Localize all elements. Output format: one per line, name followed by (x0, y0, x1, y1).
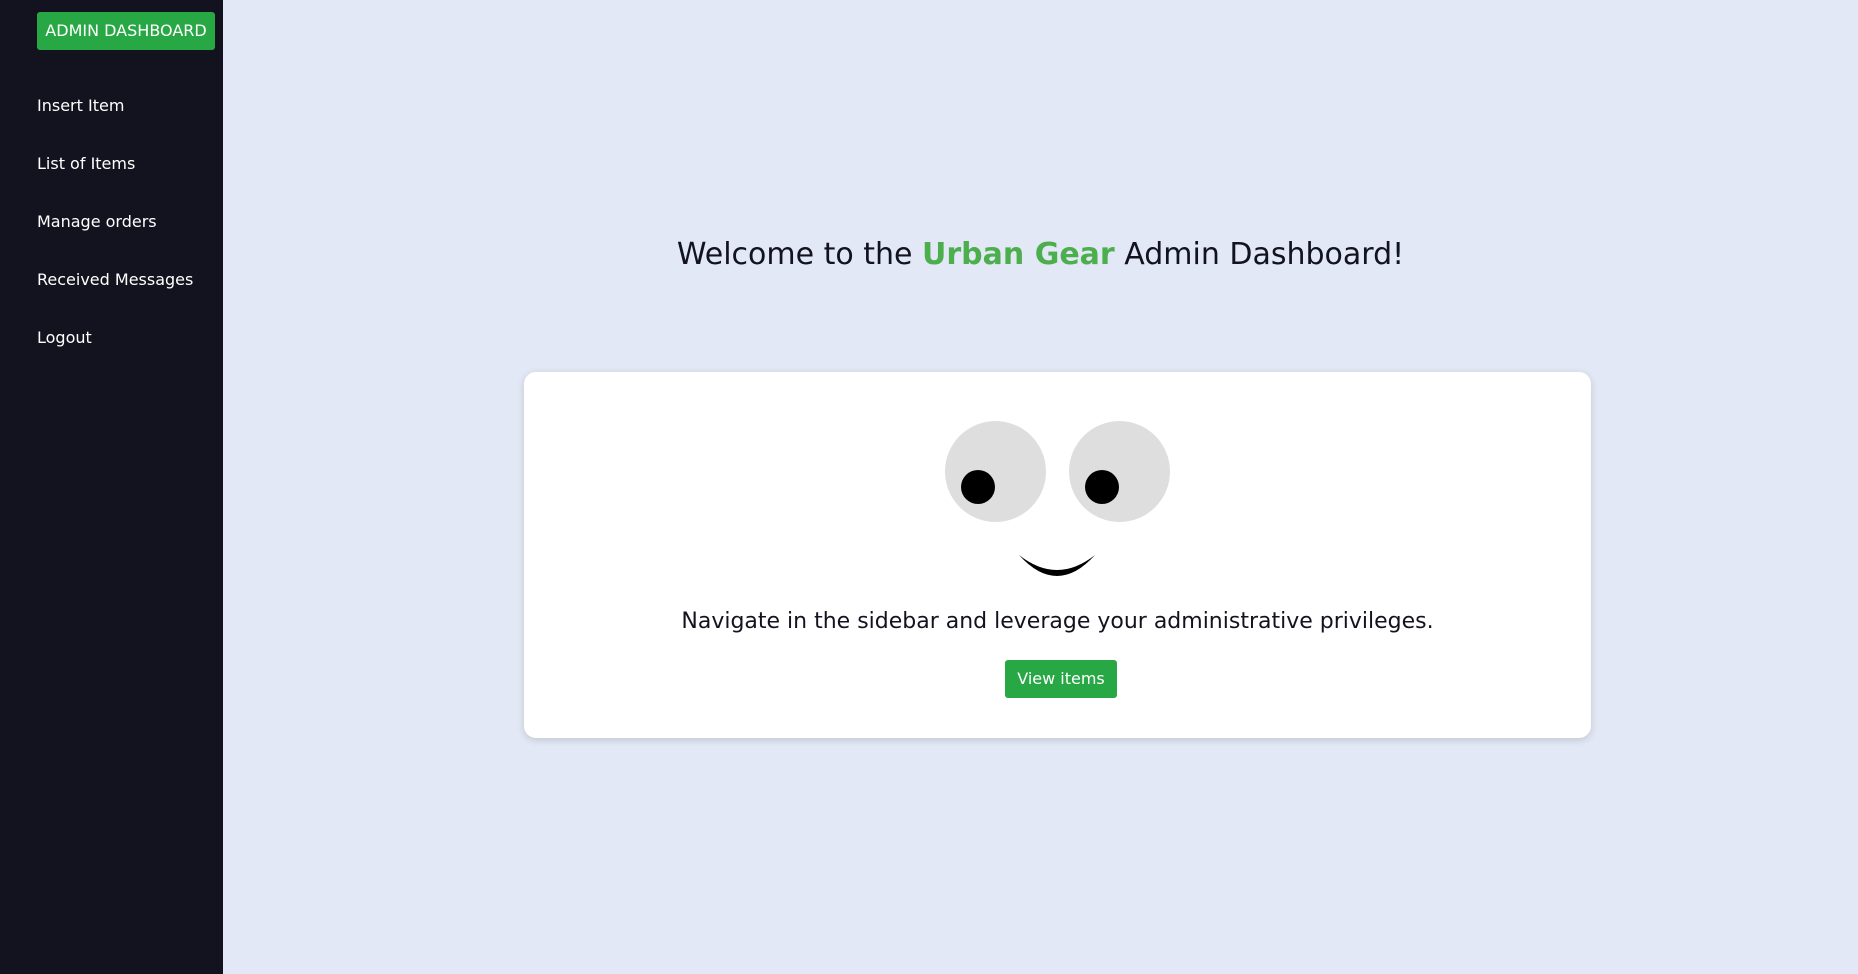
sidebar-item-list-of-items[interactable]: List of Items (37, 151, 193, 209)
smiley-face-illustration (524, 372, 1591, 602)
sidebar-item-insert-item[interactable]: Insert Item (37, 93, 193, 151)
sidebar: ADMIN DASHBOARD Insert Item List of Item… (0, 0, 223, 974)
brand-name: Urban Gear (922, 237, 1115, 272)
left-eye (945, 421, 1046, 522)
welcome-card: Navigate in the sidebar and leverage you… (524, 372, 1591, 738)
right-pupil (1085, 470, 1119, 504)
left-pupil (961, 470, 995, 504)
main-content: Welcome to the Urban Gear Admin Dashboar… (223, 0, 1858, 974)
sidebar-item-logout[interactable]: Logout (37, 325, 193, 383)
admin-dashboard-button[interactable]: ADMIN DASHBOARD (37, 12, 215, 50)
sidebar-item-received-messages[interactable]: Received Messages (37, 267, 193, 325)
sidebar-nav: Insert Item List of Items Manage orders … (37, 93, 193, 383)
view-items-button[interactable]: View items (1005, 660, 1117, 698)
page-title: Welcome to the Urban Gear Admin Dashboar… (223, 237, 1858, 272)
welcome-suffix: Admin Dashboard! (1114, 237, 1405, 272)
sidebar-item-manage-orders[interactable]: Manage orders (37, 209, 193, 267)
card-message: Navigate in the sidebar and leverage you… (681, 609, 1434, 634)
right-eye (1069, 421, 1170, 522)
smile-mouth (1019, 555, 1095, 576)
welcome-prefix: Welcome to the (676, 237, 923, 272)
